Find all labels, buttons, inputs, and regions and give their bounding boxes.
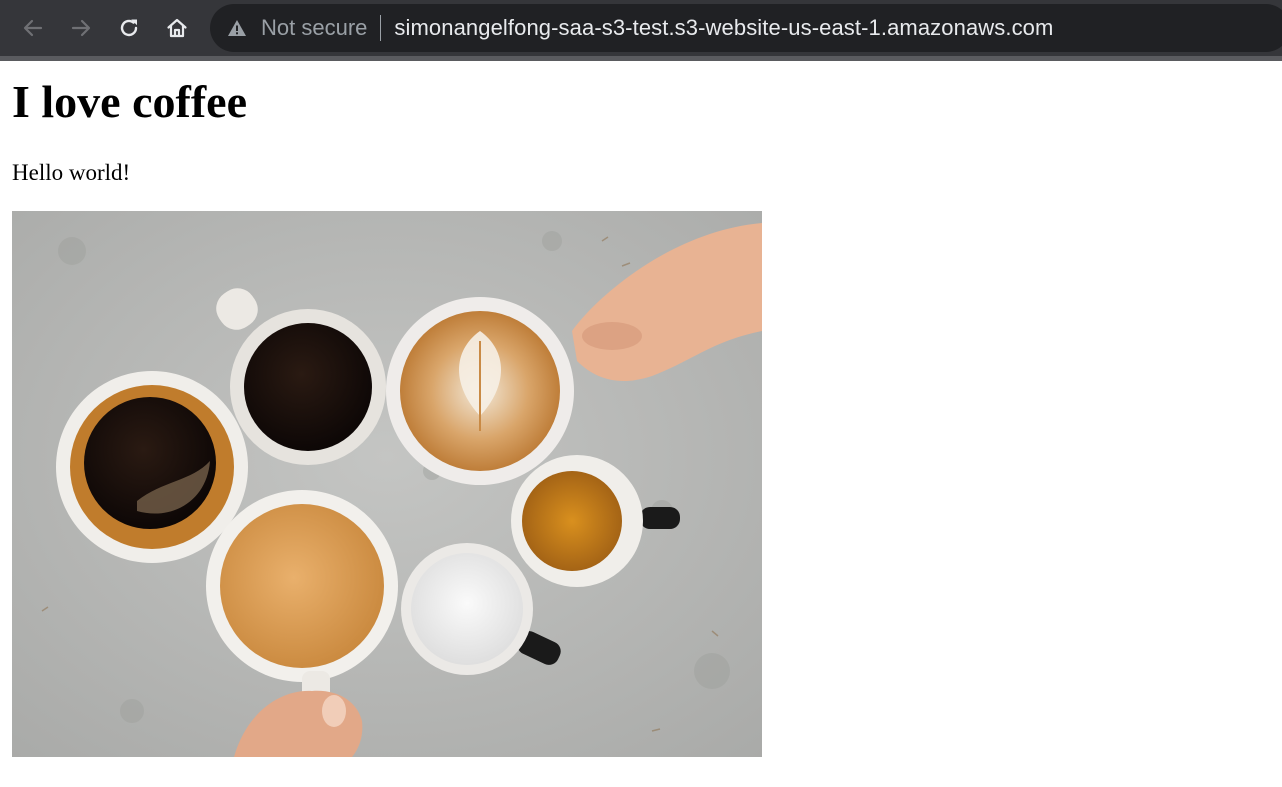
back-arrow-icon bbox=[23, 19, 43, 37]
back-button[interactable] bbox=[9, 0, 57, 56]
reload-icon bbox=[120, 19, 138, 37]
home-icon bbox=[167, 18, 187, 38]
reload-button[interactable] bbox=[105, 0, 153, 56]
address-divider bbox=[380, 15, 382, 41]
page-content: I love coffee Hello world! bbox=[0, 61, 1282, 787]
hello-paragraph: Hello world! bbox=[12, 160, 131, 185]
forward-button[interactable] bbox=[57, 0, 105, 56]
warning-icon[interactable] bbox=[227, 18, 247, 38]
forward-arrow-icon bbox=[71, 19, 91, 37]
url-text[interactable]: simonangelfong-saa-s3-test.s3-website-us… bbox=[394, 15, 1053, 41]
page-heading: I love coffee bbox=[12, 76, 247, 127]
security-status-label[interactable]: Not secure bbox=[261, 15, 367, 41]
address-bar[interactable]: Not secure simonangelfong-saa-s3-test.s3… bbox=[210, 4, 1282, 52]
coffee-cups-image bbox=[12, 211, 762, 757]
home-button[interactable] bbox=[153, 0, 201, 56]
browser-toolbar: Not secure simonangelfong-saa-s3-test.s3… bbox=[0, 0, 1282, 61]
